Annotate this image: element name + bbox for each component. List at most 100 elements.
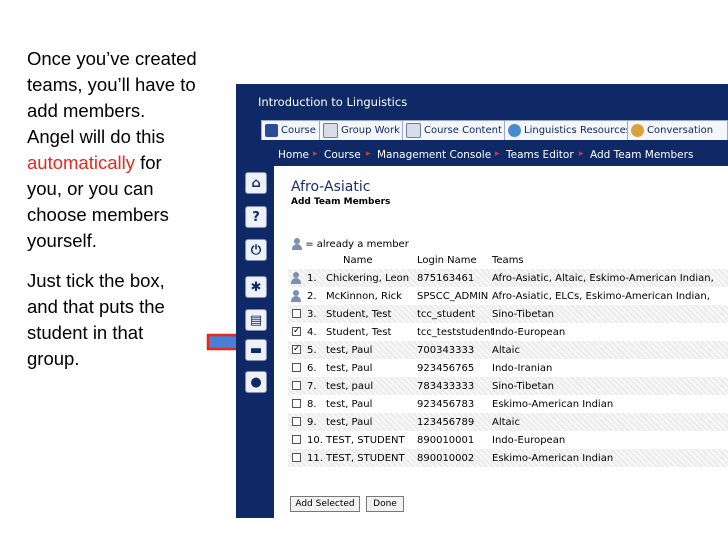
member-checkbox[interactable] bbox=[292, 417, 301, 426]
row-login: 700343333 bbox=[417, 345, 475, 356]
intro-line: add members. bbox=[27, 100, 146, 121]
tip-line: Just tick the box, bbox=[27, 270, 165, 291]
intro-line: Angel will do this bbox=[27, 126, 165, 147]
row-name: test, Paul bbox=[326, 417, 373, 428]
row-number: 11. bbox=[307, 453, 323, 464]
table-row: 11. TEST, STUDENT 890010002 Eskimo-Ameri… bbox=[288, 449, 728, 467]
row-name: test, Paul bbox=[326, 345, 373, 356]
user-icon[interactable]: ● bbox=[245, 371, 267, 393]
intro-line: you, or you can bbox=[27, 178, 154, 199]
row-number: 6. bbox=[307, 363, 317, 374]
intro-line: yourself. bbox=[27, 230, 97, 251]
row-login: 890010002 bbox=[417, 453, 475, 464]
row-name: Student, Test bbox=[326, 327, 392, 338]
table-row: 8. test, Paul 923456783 Eskimo-American … bbox=[288, 395, 728, 413]
row-name: test, Paul bbox=[326, 399, 373, 410]
power-icon[interactable]: ⏻ bbox=[245, 239, 267, 261]
intro-line: choose members bbox=[27, 204, 169, 225]
member-checkbox[interactable] bbox=[292, 381, 301, 390]
help-icon[interactable]: ? bbox=[245, 206, 267, 228]
conversation-icon bbox=[631, 124, 644, 137]
table-row: 3. Student, Test tcc_student Sino-Tibeta… bbox=[288, 305, 728, 323]
breadcrumb-separator-icon: ▸ bbox=[366, 149, 371, 159]
row-name: Student, Test bbox=[326, 309, 392, 320]
course-tabs: Course Group Work Course Content Linguis… bbox=[236, 114, 728, 144]
row-login: SPSCC_ADMIN bbox=[417, 291, 489, 302]
breadcrumb-separator-icon: ▸ bbox=[495, 149, 500, 159]
breadcrumb-home[interactable]: Home bbox=[278, 149, 309, 161]
course-title-bar: Introduction to Linguistics bbox=[236, 84, 728, 114]
breadcrumb-separator-icon: ▸ bbox=[313, 149, 318, 159]
home-icon[interactable]: ⌂ bbox=[245, 172, 267, 194]
tab-conversation[interactable]: Conversation bbox=[627, 120, 728, 140]
tip-line: and that puts the bbox=[27, 296, 165, 317]
course-title: Introduction to Linguistics bbox=[258, 95, 408, 109]
row-login: 123456789 bbox=[417, 417, 475, 428]
tip-line: group. bbox=[27, 348, 80, 369]
intro-line: Once you’ve created bbox=[27, 48, 197, 69]
row-number: 8. bbox=[307, 399, 317, 410]
row-teams: Indo-European bbox=[492, 435, 566, 446]
page-title: Afro-Asiatic bbox=[291, 179, 371, 195]
row-login: 890010001 bbox=[417, 435, 475, 446]
table-row: ✓ 4. Student, Test tcc_teststudent Indo-… bbox=[288, 323, 728, 341]
done-button[interactable]: Done bbox=[366, 496, 404, 512]
tab-label: Conversation bbox=[647, 125, 714, 136]
tab-linguistics-resources[interactable]: Linguistics Resources bbox=[504, 120, 637, 140]
tab-label: Course bbox=[281, 125, 316, 136]
member-checkbox[interactable] bbox=[292, 399, 301, 408]
row-number: 9. bbox=[307, 417, 317, 428]
table-row: 10. TEST, STUDENT 890010001 Indo-Europea… bbox=[288, 431, 728, 449]
slide-text: Once you’ve created teams, you’ll have t… bbox=[27, 46, 242, 372]
row-teams: Altaic bbox=[492, 417, 520, 428]
row-number: 7. bbox=[307, 381, 317, 392]
row-name: Chickering, Leon bbox=[326, 273, 410, 284]
member-icon bbox=[291, 290, 301, 302]
settings-icon[interactable]: ✱ bbox=[245, 276, 267, 298]
table-header: Name Login Name Teams bbox=[288, 255, 728, 269]
column-header-name: Name bbox=[343, 255, 373, 266]
intro-paragraph: Once you’ve created teams, you’ll have t… bbox=[27, 46, 242, 254]
table-row: 7. test, paul 783433333 Sino-Tibetan bbox=[288, 377, 728, 395]
tab-label: Course Content bbox=[424, 125, 502, 136]
member-icon bbox=[292, 238, 302, 250]
table-row: ✓ 5. test, Paul 700343333 Altaic bbox=[288, 341, 728, 359]
tip-line: student in that bbox=[27, 322, 144, 343]
member-checkbox[interactable]: ✓ bbox=[292, 345, 301, 354]
intro-line: for bbox=[134, 152, 162, 173]
row-login: 783433333 bbox=[417, 381, 475, 392]
row-teams: Afro-Asiatic, Altaic, Eskimo-American In… bbox=[492, 273, 714, 284]
page-subtitle: Add Team Members bbox=[291, 197, 391, 207]
row-name: TEST, STUDENT bbox=[326, 435, 405, 446]
row-name: test, Paul bbox=[326, 363, 373, 374]
row-teams: Afro-Asiatic, ELCs, Eskimo-American Indi… bbox=[492, 291, 710, 302]
row-number: 4. bbox=[307, 327, 317, 338]
breadcrumb-separator-icon: ▸ bbox=[579, 149, 584, 159]
tab-label: Group Work bbox=[341, 125, 400, 136]
row-login: 923456765 bbox=[417, 363, 475, 374]
tool-sidebar: ⌂ ? ⏻ ✱ ▤ ▬ ● bbox=[236, 166, 274, 518]
tab-group-work[interactable]: Group Work bbox=[319, 120, 405, 140]
add-selected-button[interactable]: Add Selected bbox=[290, 496, 360, 512]
row-teams: Sino-Tibetan bbox=[492, 381, 554, 392]
row-teams: Altaic bbox=[492, 345, 520, 356]
member-checkbox[interactable]: ✓ bbox=[292, 327, 301, 336]
member-checkbox[interactable] bbox=[292, 309, 301, 318]
row-login: 875163461 bbox=[417, 273, 475, 284]
member-checkbox[interactable] bbox=[292, 453, 301, 462]
breadcrumb-management-console[interactable]: Management Console bbox=[377, 149, 491, 161]
breadcrumb-teams-editor[interactable]: Teams Editor bbox=[506, 149, 574, 161]
tab-label: Linguistics Resources bbox=[524, 125, 632, 136]
breadcrumb-add-team-members: Add Team Members bbox=[590, 149, 694, 161]
folder-icon[interactable]: ▬ bbox=[245, 339, 267, 361]
tab-course-content[interactable]: Course Content bbox=[402, 120, 507, 140]
row-teams: Indo-Iranian bbox=[492, 363, 553, 374]
row-number: 1. bbox=[307, 273, 317, 284]
table-row: 6. test, Paul 923456765 Indo-Iranian bbox=[288, 359, 728, 377]
member-checkbox[interactable] bbox=[292, 363, 301, 372]
member-checkbox[interactable] bbox=[292, 435, 301, 444]
breadcrumb-course[interactable]: Course bbox=[324, 149, 361, 161]
table-row: 1. Chickering, Leon 875163461 Afro-Asiat… bbox=[288, 269, 728, 287]
clipboard-icon[interactable]: ▤ bbox=[245, 309, 267, 331]
tab-course[interactable]: Course bbox=[261, 120, 321, 140]
